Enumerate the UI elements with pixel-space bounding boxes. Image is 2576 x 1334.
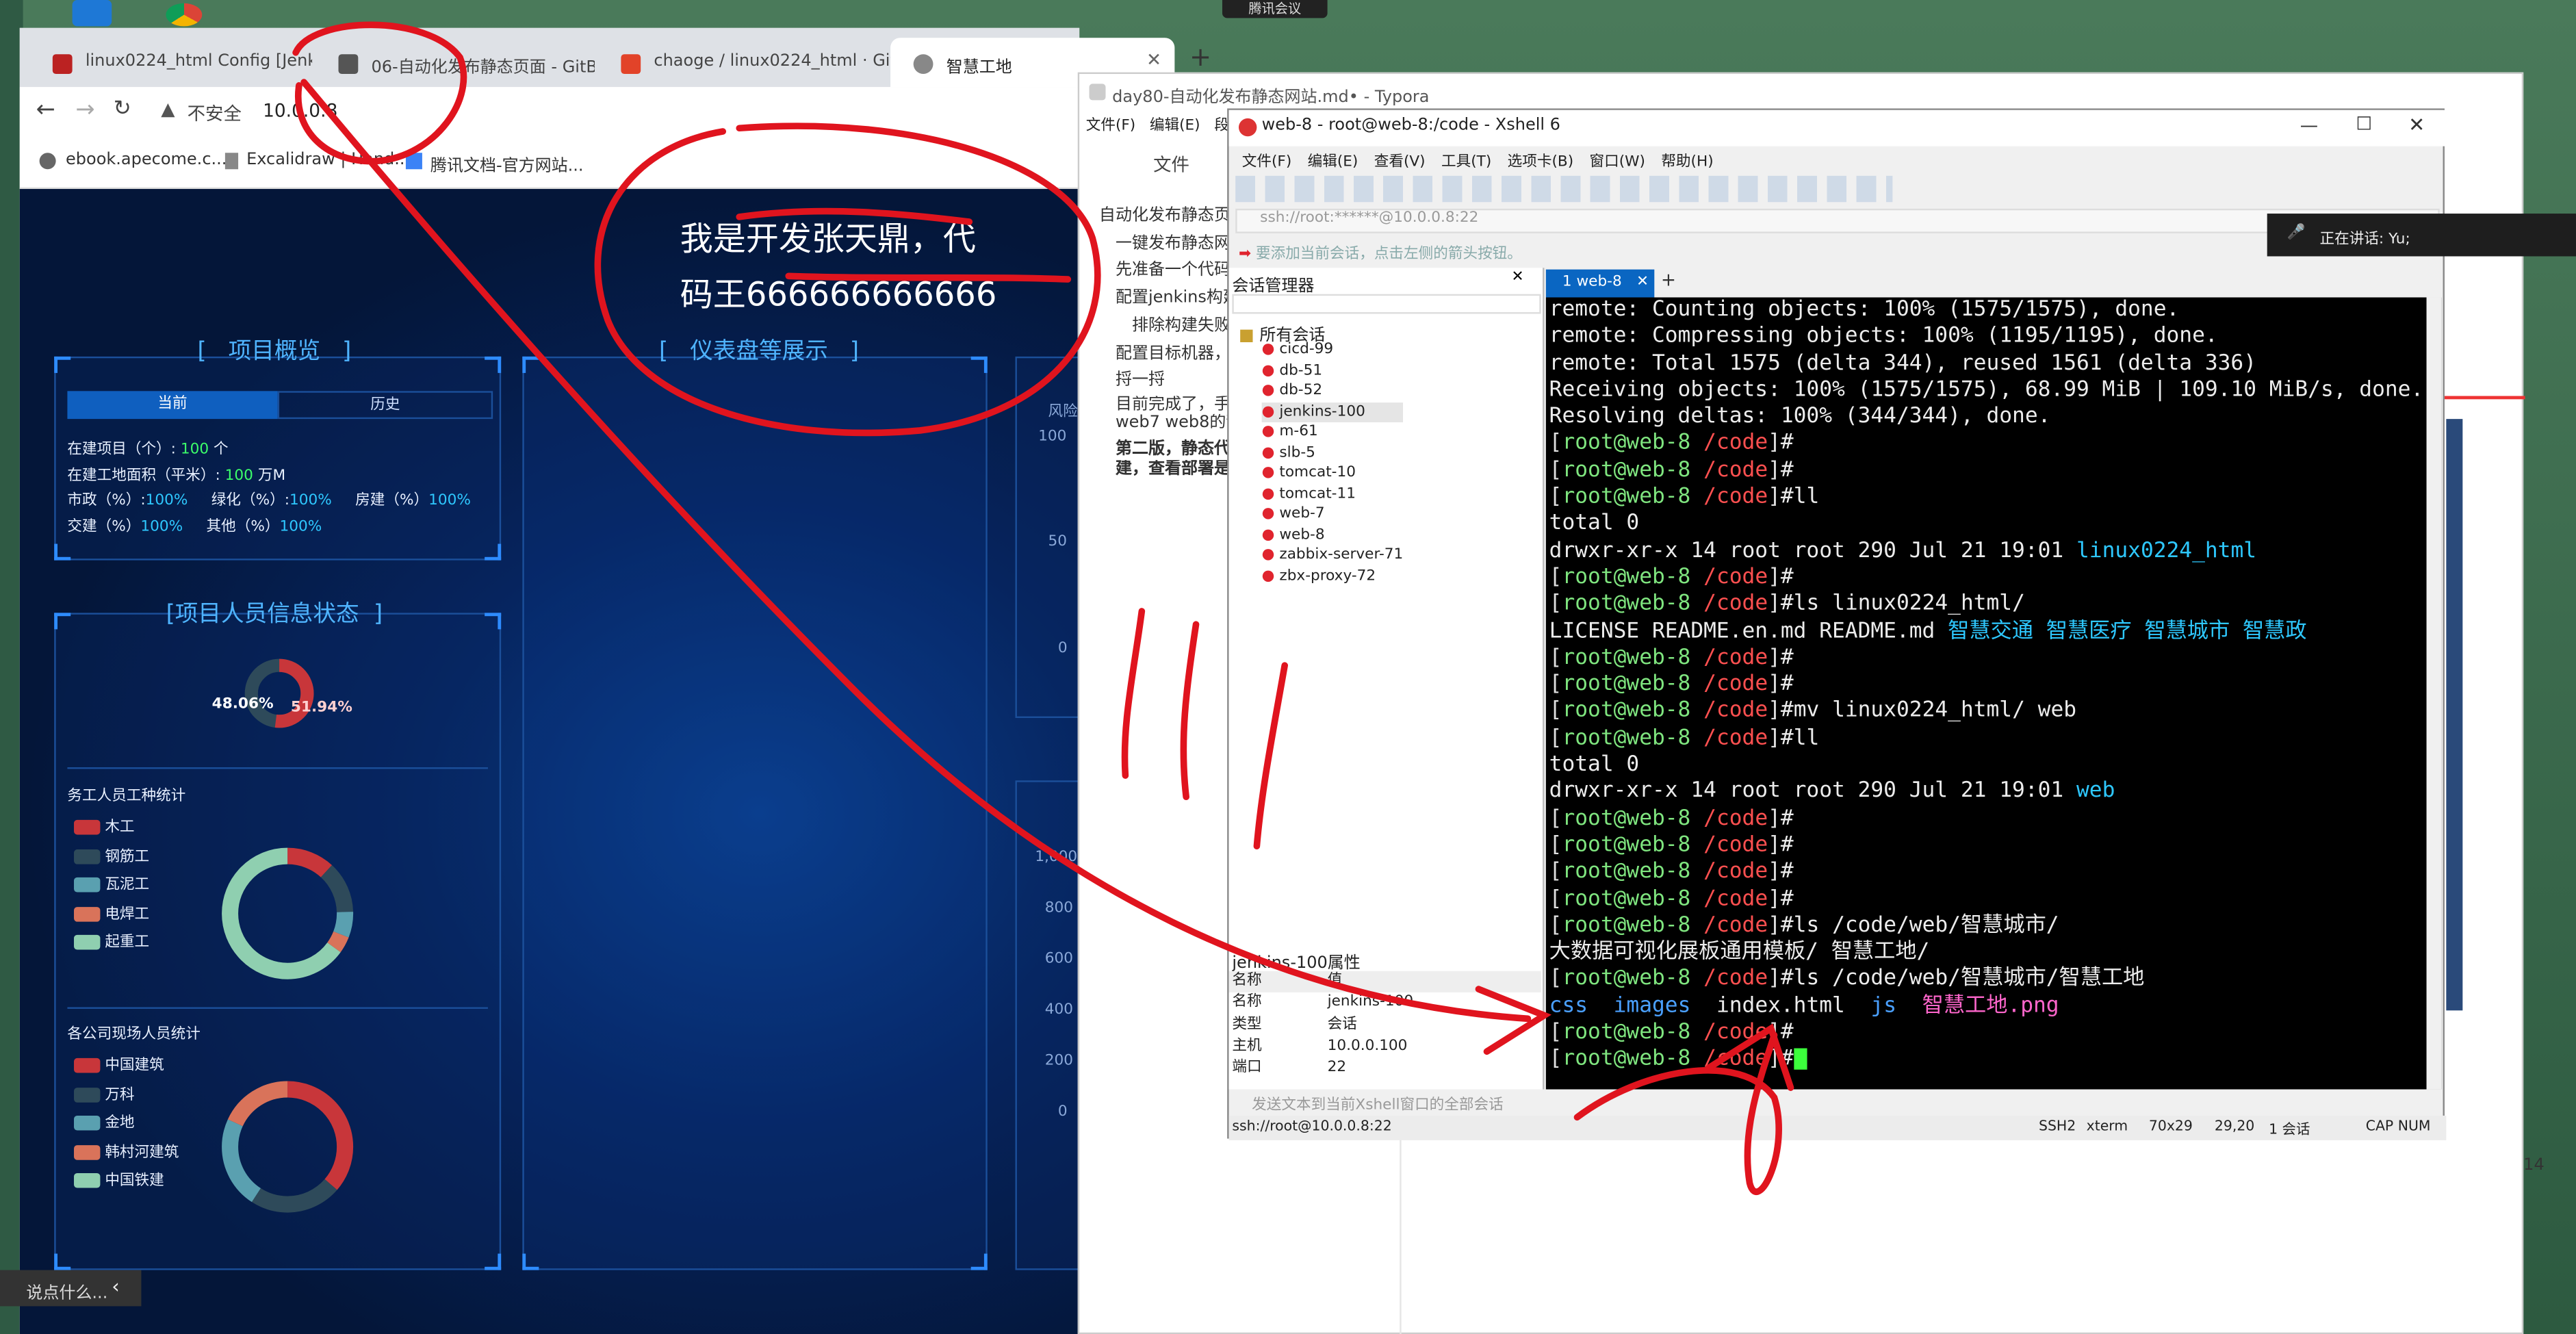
red-ink-annotations bbox=[292, 21, 1794, 1195]
